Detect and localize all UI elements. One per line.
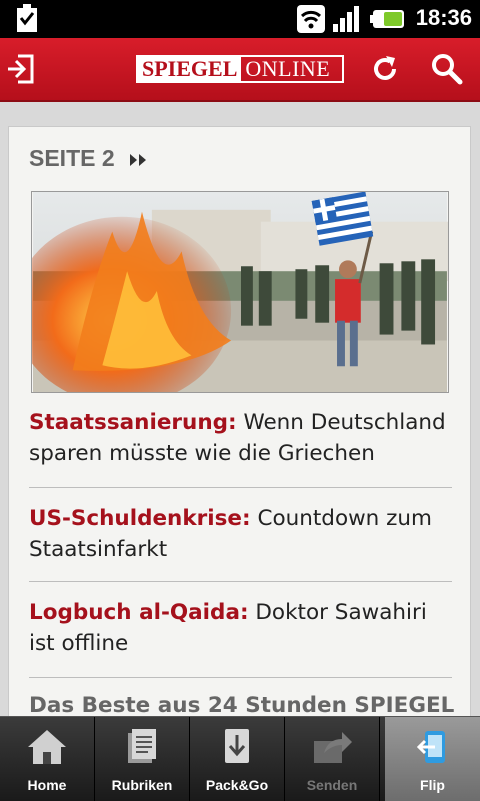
tab-home[interactable]: Home xyxy=(0,717,95,801)
divider xyxy=(29,487,452,488)
spiegel-online-logo: SPIEGEL ONLINE xyxy=(136,55,344,83)
article-kicker: US-Schuldenkrise: xyxy=(29,506,251,531)
app-header: SPIEGEL ONLINE xyxy=(0,38,480,102)
article-kicker: Logbuch al-Qaida: xyxy=(29,600,249,625)
share-icon xyxy=(314,732,352,763)
refresh-icon[interactable] xyxy=(366,50,404,88)
greek-flag xyxy=(311,192,374,246)
download-icon xyxy=(225,729,249,763)
section-title[interactable]: SEITE 2 xyxy=(29,145,115,172)
flip-icon xyxy=(416,731,445,763)
teaser-heading[interactable]: Das Beste aus 24 Stunden SPIEGEL xyxy=(29,693,454,718)
double-chevron-right-icon[interactable] xyxy=(130,154,150,166)
bottom-tab-bar: Home Rubriken Pack&Go Senden Flip xyxy=(0,716,480,801)
signal-icon xyxy=(333,6,359,32)
status-bar: 18:36 xyxy=(0,0,480,38)
search-icon[interactable] xyxy=(428,50,466,88)
tab-flip[interactable]: Flip xyxy=(385,717,480,801)
tab-pack-go[interactable]: Pack&Go xyxy=(190,717,285,801)
divider xyxy=(29,581,452,582)
tab-rubriken[interactable]: Rubriken xyxy=(95,717,190,801)
article-item[interactable]: Logbuch al-Qaida: Doktor Sawahiri ist of… xyxy=(29,597,449,659)
article-item[interactable]: Staatssanierung: Wenn Deutschland sparen… xyxy=(29,407,449,469)
content-card: SEITE 2 Staatssanierung: Wenn Deutschlan… xyxy=(8,126,471,726)
home-icon xyxy=(28,730,66,764)
clock: 18:36 xyxy=(415,5,472,30)
article-item[interactable]: US-Schuldenkrise: Countdown zum Staatsin… xyxy=(29,503,449,565)
document-icon xyxy=(128,729,156,763)
exit-icon[interactable] xyxy=(4,50,42,88)
article-kicker: Staatssanierung: xyxy=(29,410,237,435)
wifi-icon xyxy=(297,5,325,33)
battery-icon xyxy=(370,10,404,28)
notification-download-icon xyxy=(17,4,37,32)
tab-senden[interactable]: Senden xyxy=(285,717,380,801)
divider xyxy=(29,677,452,678)
article-photo[interactable] xyxy=(31,191,449,393)
